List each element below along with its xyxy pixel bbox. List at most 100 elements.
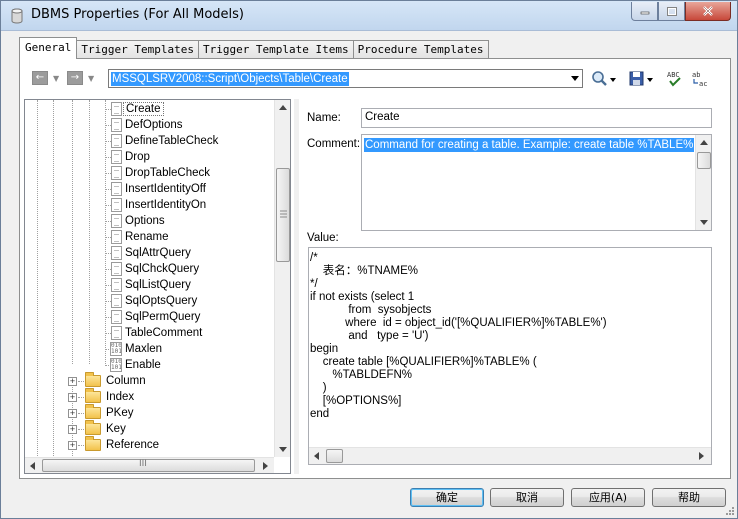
forward-button[interactable]: → <box>67 71 83 85</box>
scroll-left-icon[interactable] <box>30 462 35 470</box>
help-button[interactable]: 帮助 <box>652 488 726 507</box>
cancel-button[interactable]: 取消 <box>490 488 564 507</box>
tree-item-label: Options <box>125 215 165 227</box>
tab-procedure-templates[interactable]: Procedure Templates <box>352 40 489 59</box>
scroll-right-icon[interactable] <box>263 462 268 470</box>
tree-item-sqlchckquery[interactable]: SqlChckQuery <box>105 261 201 277</box>
title-bar[interactable]: DBMS Properties (For All Models) <box>1 1 737 31</box>
comment-field[interactable]: Command for creating a table. Example: c… <box>361 134 712 231</box>
scroll-up-icon[interactable] <box>279 105 287 110</box>
template-item-icon <box>111 166 122 180</box>
template-item-icon <box>111 326 122 340</box>
tree-vertical-scrollbar[interactable] <box>274 100 290 457</box>
expand-icon[interactable]: + <box>68 425 77 434</box>
dbms-properties-window: DBMS Properties (For All Models) General… <box>0 0 738 519</box>
value-hscroll-thumb[interactable] <box>326 449 343 463</box>
tab-general[interactable]: General <box>19 37 78 59</box>
template-item-icon <box>111 214 122 228</box>
tree-item-label: Rename <box>125 231 169 243</box>
tab-trigger-template-items[interactable]: Trigger Template Items <box>197 40 354 59</box>
forward-dropdown-icon[interactable]: ▼ <box>88 74 94 83</box>
apply-button[interactable]: 应用(A) <box>571 488 645 507</box>
tree-hscroll-thumb[interactable]: III <box>42 459 255 472</box>
tree-item-sqlpermquery[interactable]: SqlPermQuery <box>105 309 202 325</box>
tree-item-label: SqlChckQuery <box>125 263 200 275</box>
tree-vscroll-thumb[interactable] <box>276 168 290 262</box>
tree-item-create[interactable]: Create <box>105 101 164 117</box>
tree-item-label: PKey <box>106 407 134 419</box>
tree-item-label: Reference <box>106 439 160 451</box>
code-line: 表名：%TNAME% <box>310 265 418 277</box>
template-item-icon <box>111 230 122 244</box>
scroll-right-icon[interactable] <box>699 452 704 460</box>
tree-folder-pkey[interactable]: + PKey <box>65 404 136 421</box>
folder-icon <box>85 388 101 403</box>
expand-icon[interactable]: + <box>68 409 77 418</box>
resize-grip-icon[interactable] <box>725 506 735 516</box>
maximize-button[interactable] <box>658 2 685 21</box>
scroll-up-icon[interactable] <box>700 140 708 145</box>
comment-vertical-scrollbar[interactable] <box>695 135 711 230</box>
tree-item-sqloptsquery[interactable]: SqlOptsQuery <box>105 293 199 309</box>
back-dropdown-icon[interactable]: ▼ <box>53 74 59 83</box>
tree-item-defoptions[interactable]: DefOptions <box>105 117 185 133</box>
minimize-button[interactable] <box>631 2 658 21</box>
tree-item-tablecomment[interactable]: TableComment <box>105 325 204 341</box>
value-horizontal-scrollbar[interactable] <box>309 447 711 464</box>
folder-icon <box>85 420 101 435</box>
expand-icon[interactable]: + <box>68 393 77 402</box>
scroll-down-icon[interactable] <box>700 220 708 225</box>
tree-horizontal-scrollbar[interactable]: III <box>25 457 274 473</box>
tree-item-label: Column <box>106 375 146 387</box>
tree-item-label: TableComment <box>125 327 203 339</box>
chevron-down-icon[interactable] <box>571 76 579 81</box>
path-value: MSSQLSRV2008::Script\Objects\Table\Creat… <box>111 72 349 86</box>
tree-item-drop[interactable]: Drop <box>105 149 152 165</box>
template-item-icon <box>111 278 122 292</box>
expand-icon[interactable]: + <box>68 441 77 450</box>
replace-icon[interactable]: ab ac <box>691 70 709 88</box>
tree-folder-index[interactable]: + Index <box>65 388 136 405</box>
name-field[interactable]: Create <box>361 108 712 128</box>
tree-item-label: Enable <box>125 359 161 371</box>
template-item-icon <box>111 134 122 148</box>
folder-icon <box>85 404 101 419</box>
tree-item-insertidentityon[interactable]: InsertIdentityOn <box>105 197 208 213</box>
comment-vscroll-thumb[interactable] <box>697 152 711 169</box>
tree-item-sqllistquery[interactable]: SqlListQuery <box>105 277 193 293</box>
tree-item-options[interactable]: Options <box>105 213 167 229</box>
tab-trigger-templates[interactable]: Trigger Templates <box>76 40 199 59</box>
tree-item-insertidentityoff[interactable]: InsertIdentityOff <box>105 181 208 197</box>
template-item-icon <box>111 182 122 196</box>
ok-button[interactable]: 确定 <box>410 488 484 507</box>
back-button[interactable]: ← <box>32 71 48 85</box>
pane-splitter[interactable] <box>294 99 299 474</box>
tree-item-enable[interactable]: 010 101 Enable <box>105 357 163 373</box>
tree-item-sqlattrquery[interactable]: SqlAttrQuery <box>105 245 193 261</box>
binary-value-icon: 010 101 <box>110 358 122 372</box>
properties-tree[interactable]: Create DefOptions DefineTableCheck Drop … <box>24 99 291 474</box>
save-icon[interactable] <box>629 70 655 88</box>
close-button[interactable] <box>685 2 731 21</box>
tree-item-label: Index <box>106 391 135 403</box>
tree-item-label: DefOptions <box>125 119 183 131</box>
value-editor[interactable]: /* 表名：%TNAME% */ if not exists (select 1… <box>308 247 712 465</box>
find-icon[interactable] <box>591 70 617 88</box>
tree-folder-reference[interactable]: + Reference <box>65 436 161 453</box>
tree-item-definetablecheck[interactable]: DefineTableCheck <box>105 133 220 149</box>
spell-check-icon[interactable]: ABC <box>666 70 684 88</box>
tree-item-maxlen[interactable]: 010 101 Maxlen <box>105 341 164 357</box>
scroll-left-icon[interactable] <box>314 452 319 460</box>
template-item-icon <box>111 262 122 276</box>
tab-strip: General Trigger Templates Trigger Templa… <box>19 37 489 59</box>
tree-folder-column[interactable]: + Column <box>65 372 148 389</box>
path-combo[interactable]: MSSQLSRV2008::Script\Objects\Table\Creat… <box>108 69 583 88</box>
tree-item-rename[interactable]: Rename <box>105 229 170 245</box>
tree-item-label: InsertIdentityOff <box>125 183 206 195</box>
scroll-down-icon[interactable] <box>279 447 287 452</box>
tree-item-label: DropTableCheck <box>125 167 211 179</box>
tree-item-droptablecheck[interactable]: DropTableCheck <box>105 165 212 181</box>
expand-icon[interactable]: + <box>68 377 77 386</box>
tree-folder-key[interactable]: + Key <box>65 420 128 437</box>
grip-icon <box>280 210 287 218</box>
